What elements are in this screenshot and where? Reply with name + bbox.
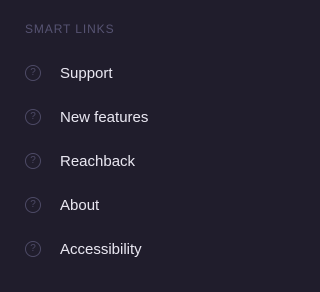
question-circle-icon: ? [25,197,41,213]
smart-link-label: Support [60,64,113,82]
smart-link-label: Accessibility [60,240,142,258]
smart-links-panel: SMART LINKS ? Support ? New features ? R… [0,0,280,292]
smart-link-new-features[interactable]: ? New features [0,95,280,139]
smart-links-list: ? Support ? New features ? Reachback ? A… [0,51,280,271]
smart-link-reachback[interactable]: ? Reachback [0,139,280,183]
smart-link-label: About [60,196,100,214]
question-circle-icon: ? [25,109,41,125]
question-circle-icon: ? [25,241,41,257]
section-heading: SMART LINKS [25,22,115,36]
question-circle-icon: ? [25,65,41,81]
question-circle-icon: ? [25,153,41,169]
smart-link-accessibility[interactable]: ? Accessibility [0,227,280,271]
smart-link-about[interactable]: ? About [0,183,280,227]
smart-link-label: Reachback [60,152,136,170]
smart-link-support[interactable]: ? Support [0,51,280,95]
smart-link-label: New features [60,108,149,126]
